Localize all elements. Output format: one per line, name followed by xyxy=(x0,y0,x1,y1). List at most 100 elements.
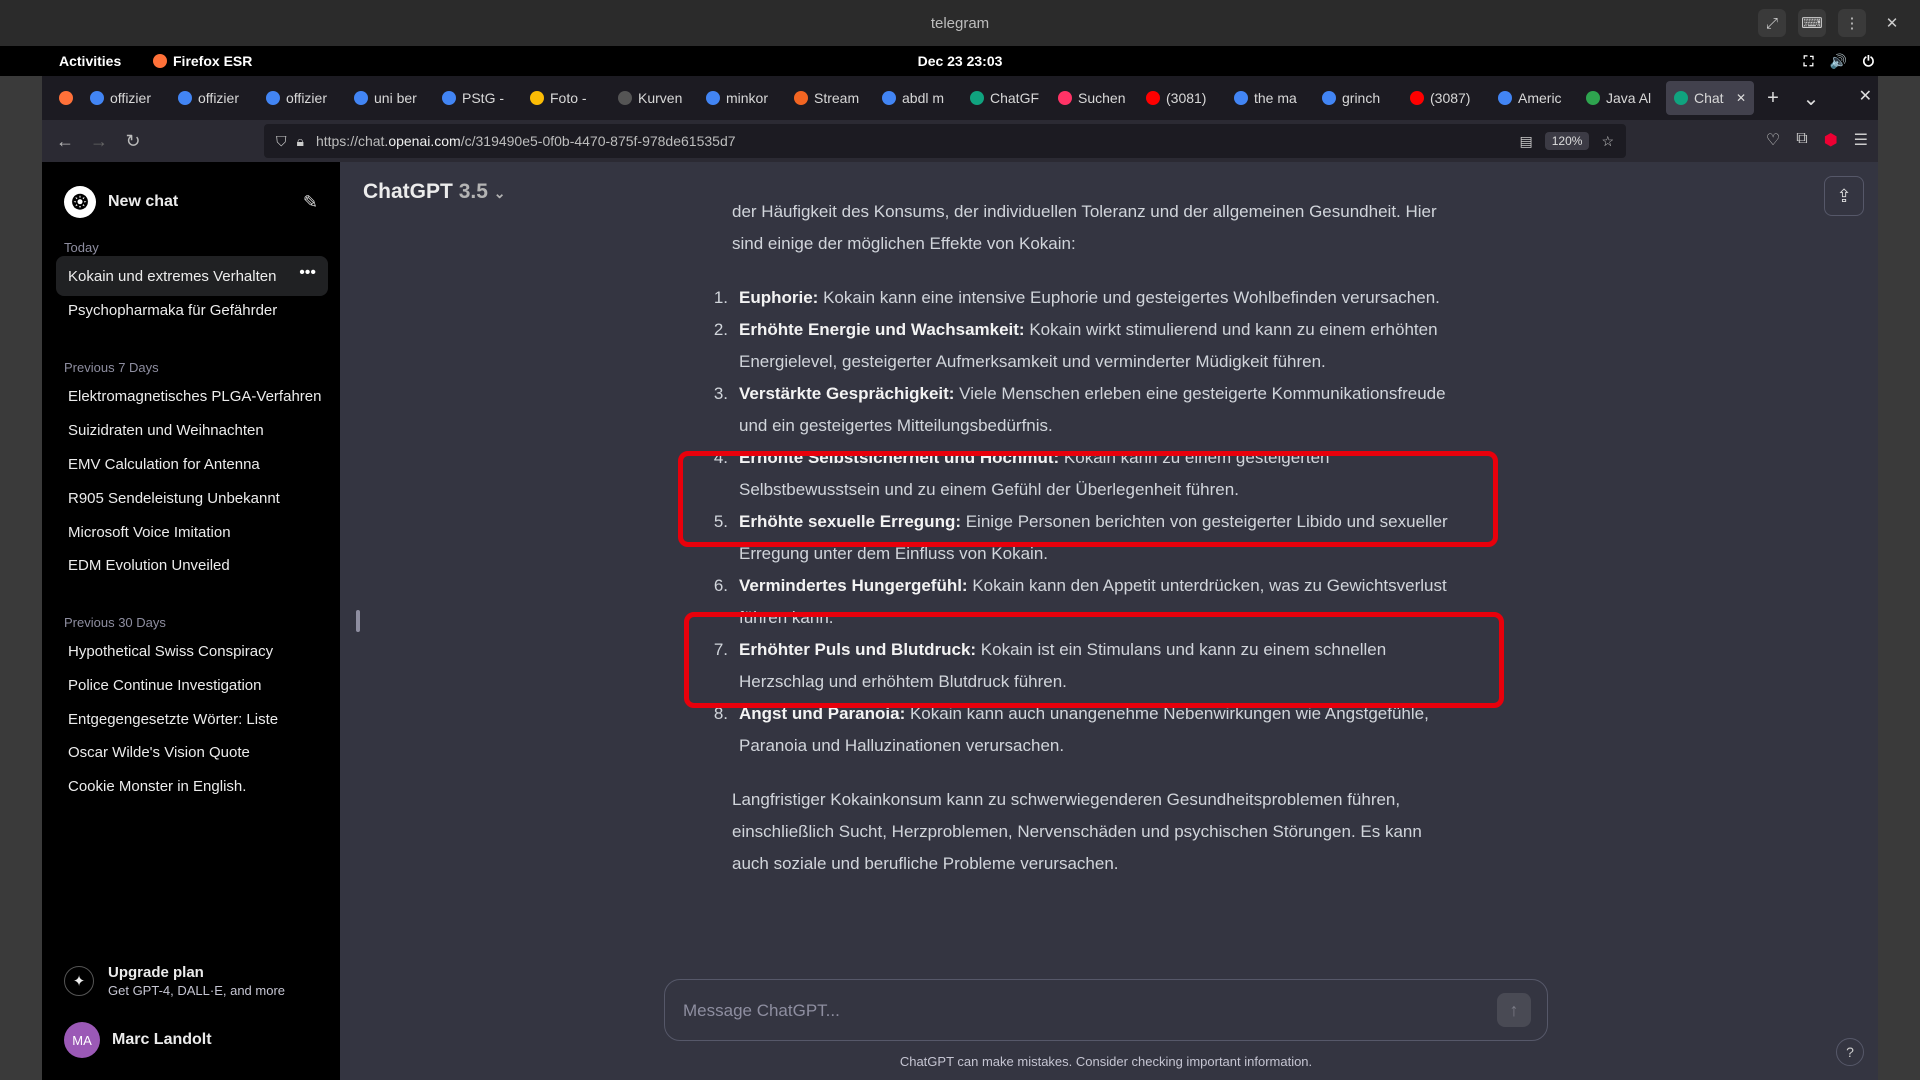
tab-label: abdl m xyxy=(902,90,945,106)
sidebar-section-title: Previous 30 Days xyxy=(64,615,166,630)
reader-view-icon[interactable]: ▤ xyxy=(1520,133,1533,150)
user-menu[interactable]: MA Marc Landolt xyxy=(64,1022,212,1058)
pocket-icon[interactable]: ♡ xyxy=(1766,130,1780,150)
tab[interactable]: Americ xyxy=(1490,81,1578,115)
url-bar[interactable]: ⛉ 🔒︎ https://chat.openai.com/c/319490e5-… xyxy=(264,124,1626,158)
list-item: 3. Verstärkte Gesprächigkeit: Viele Mensc… xyxy=(714,378,1452,442)
chevron-down-icon: ⌄ xyxy=(493,185,506,201)
tab[interactable]: (3087) xyxy=(1402,81,1490,115)
tab[interactable]: (3081) xyxy=(1138,81,1226,115)
chat-title: Microsoft Voice Imitation xyxy=(68,523,231,541)
clock[interactable]: Dec 23 23:03 xyxy=(918,53,1003,69)
more-options-icon[interactable]: ••• xyxy=(295,264,320,282)
volume-icon: 🔊 xyxy=(1829,53,1847,69)
tab[interactable]: Stream xyxy=(786,81,874,115)
list-number: 6. xyxy=(713,576,728,595)
tab[interactable]: uni ber xyxy=(346,81,434,115)
activities-button[interactable]: Activities xyxy=(59,53,121,69)
list-all-tabs-icon[interactable]: ⌄ xyxy=(1792,86,1830,111)
youtube-icon xyxy=(1146,91,1160,105)
google-icon xyxy=(1498,91,1512,105)
youtube-icon xyxy=(1410,91,1424,105)
forward-icon[interactable]: → xyxy=(82,131,116,152)
ublock-icon[interactable]: ⬢ xyxy=(1824,130,1838,150)
keyboard-icon[interactable]: ⌨ xyxy=(1798,9,1826,37)
bookmark-star-icon[interactable]: ☆ xyxy=(1601,133,1614,150)
tab[interactable]: Kurven xyxy=(610,81,698,115)
gnome-top-bar: Activities Firefox ESR Dec 23 23:03 ⛶ 🔊 … xyxy=(0,46,1920,76)
chat-title: R905 Sendeleistung Unbekannt xyxy=(68,489,280,507)
upgrade-plan-button[interactable]: ✦ Upgrade plan Get GPT-4, DALL·E, and mo… xyxy=(64,964,285,998)
new-tab-icon[interactable]: + xyxy=(1754,87,1792,110)
hamburger-menu-icon[interactable]: ☰ xyxy=(1854,130,1868,150)
sidebar-collapse-handle[interactable] xyxy=(356,610,360,632)
tab[interactable]: offizier xyxy=(170,81,258,115)
sidebar-chat-item[interactable]: EDM Evolution Unveiled xyxy=(56,545,328,585)
app-menu[interactable]: Firefox ESR xyxy=(153,53,252,69)
chatgpt-icon xyxy=(1674,91,1688,105)
tab-label: offizier xyxy=(110,90,151,106)
tab[interactable]: Suchen xyxy=(1050,81,1138,115)
sidebar-section-title: Previous 7 Days xyxy=(64,360,159,375)
system-tray[interactable]: ⛶ 🔊 ⏻ xyxy=(1804,53,1874,70)
url-domain: openai.com xyxy=(388,133,461,149)
tab[interactable]: grinch xyxy=(1314,81,1402,115)
tab[interactable]: Java Al xyxy=(1578,81,1666,115)
close-window-icon[interactable]: ✕ xyxy=(1859,86,1872,106)
share-icon: ⇪ xyxy=(1836,185,1852,206)
url-text[interactable]: https://chat.openai.com/c/319490e5-0f0b-… xyxy=(316,133,736,149)
tab-close-icon[interactable]: ✕ xyxy=(1736,91,1746,105)
chat-title: Hypothetical Swiss Conspiracy xyxy=(68,642,274,660)
model-selector[interactable]: ChatGPT 3.5 ⌄ xyxy=(363,180,505,204)
share-button[interactable]: ⇪ xyxy=(1824,176,1864,216)
chat-title: Suizidraten und Weihnachten xyxy=(68,421,264,439)
tab[interactable]: offizier xyxy=(258,81,346,115)
tab-label: (3087) xyxy=(1430,90,1471,106)
app-name: Firefox ESR xyxy=(173,53,253,69)
user-name: Marc Landolt xyxy=(112,1031,212,1048)
zoom-level[interactable]: 120% xyxy=(1544,132,1590,150)
list-number: 3. xyxy=(713,384,728,403)
firefox-view-icon[interactable] xyxy=(50,91,82,105)
tab[interactable]: PStG - xyxy=(434,81,522,115)
tab[interactable]: Chat ✕ xyxy=(1666,81,1754,115)
tab-label: Americ xyxy=(1518,90,1562,106)
help-button[interactable]: ? xyxy=(1836,1038,1864,1066)
edit-icon[interactable]: ✎ xyxy=(303,192,318,213)
expand-icon[interactable]: ⤢ xyxy=(1758,9,1786,37)
lock-icon[interactable]: 🔒︎ xyxy=(297,133,304,150)
new-chat-button[interactable]: ❂ New chat xyxy=(64,186,178,218)
reload-icon[interactable]: ↻ xyxy=(116,131,150,152)
avatar: MA xyxy=(64,1022,100,1058)
kebab-menu-icon[interactable]: ⋮ xyxy=(1838,9,1866,37)
tab-label: Java Al xyxy=(1606,90,1652,106)
send-button[interactable]: ↑ xyxy=(1497,993,1531,1027)
tab-label: Chat xyxy=(1694,90,1724,106)
google-icon xyxy=(1322,91,1336,105)
tab-label: PStG - xyxy=(462,90,505,106)
back-icon[interactable]: ← xyxy=(48,131,82,152)
highlight-box xyxy=(684,612,1504,708)
close-icon[interactable]: ✕ xyxy=(1878,9,1906,37)
arrow-up-icon: ↑ xyxy=(1509,999,1519,1020)
chat-title: Psychopharmaka für Gefährder xyxy=(68,301,278,319)
tab[interactable]: ChatGF xyxy=(962,81,1050,115)
list-number: 2. xyxy=(713,320,728,339)
extensions-icon[interactable]: ⧉ xyxy=(1796,130,1807,150)
list-item: 1. Euphorie: Kokain kann eine intensive E… xyxy=(714,282,1452,314)
upgrade-title: Upgrade plan xyxy=(108,964,204,981)
firefox-icon xyxy=(153,54,167,68)
sidebar-chat-item[interactable]: Cookie Monster in English. xyxy=(56,766,328,806)
message-input[interactable] xyxy=(683,996,1463,1026)
tab[interactable]: abdl m xyxy=(874,81,962,115)
shield-icon[interactable]: ⛉ xyxy=(276,133,287,150)
tab[interactable]: the ma xyxy=(1226,81,1314,115)
w-icon xyxy=(618,91,632,105)
tab[interactable]: offizier xyxy=(82,81,170,115)
tab-label: (3081) xyxy=(1166,90,1207,106)
list-item-heading: Euphorie: xyxy=(739,288,819,307)
tab[interactable]: minkor xyxy=(698,81,786,115)
sidebar-chat-item[interactable]: Psychopharmaka für Gefährder xyxy=(56,290,328,330)
upgrade-subtitle: Get GPT-4, DALL·E, and more xyxy=(108,983,286,998)
tab[interactable]: Foto - xyxy=(522,81,610,115)
